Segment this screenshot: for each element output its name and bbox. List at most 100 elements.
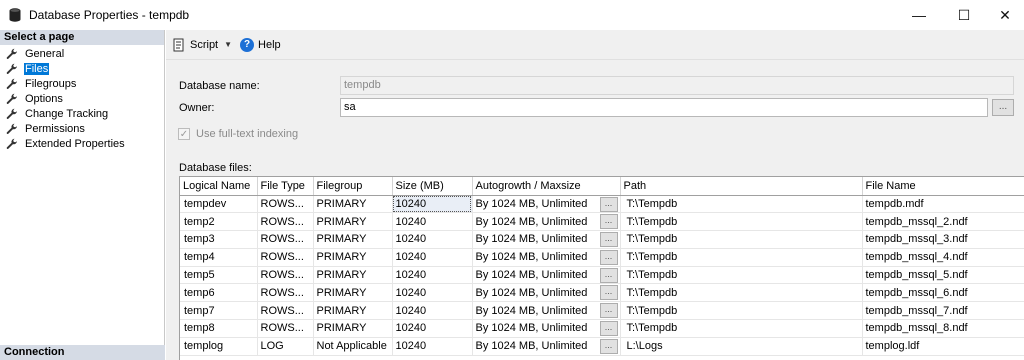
page-item-change-tracking[interactable]: Change Tracking [0,106,164,121]
autogrowth-browse-button[interactable]: ... [599,267,618,283]
logical-name-cell[interactable]: temp2 [180,212,258,232]
file-name-cell[interactable]: tempdb.mdf [862,195,1024,214]
autogrowth-browse-button[interactable]: ... [599,196,618,212]
filegroup-cell[interactable]: PRIMARY [313,266,393,285]
autogrowth-browse-button[interactable]: ... [599,232,618,248]
autogrowth-browse-button[interactable]: ... [599,303,618,319]
page-item-extended-properties[interactable]: Extended Properties [0,136,164,151]
filegroup-cell[interactable]: PRIMARY [313,301,393,321]
help-icon: ? [240,37,255,52]
logical-name-cell[interactable]: temp5 [180,266,258,285]
logical-name-cell[interactable]: temp4 [180,248,258,267]
filegroup-cell[interactable]: PRIMARY [313,230,393,249]
logical-name-cell[interactable]: temp7 [180,301,258,321]
file-type-cell[interactable]: ROWS... [257,195,314,214]
size-cell[interactable]: 10240 [392,248,473,267]
close-button[interactable]: ✕ [982,0,1024,30]
column-header[interactable]: Path [620,177,863,196]
table-row[interactable]: tempdev ROWS... PRIMARY 10240 By 1024 MB, Un… [180,195,1024,214]
wrench-icon [6,93,18,105]
autogrowth-browse-button[interactable]: ... [599,285,618,301]
path-cell[interactable]: T:\Tempdb [620,301,863,321]
column-header[interactable]: Filegroup [313,177,393,196]
owner-field[interactable]: sa [340,98,988,117]
logical-name-cell[interactable]: tempdev [180,195,258,214]
path-cell[interactable]: T:\Tempdb [620,212,863,232]
column-header[interactable]: Size (MB) [392,177,473,196]
column-header[interactable]: Logical Name [180,177,258,196]
file-name-cell[interactable]: tempdb_mssql_4.ndf [862,248,1024,267]
filegroup-cell[interactable]: Not Applicable [313,337,393,356]
size-cell[interactable]: 10240 [392,319,473,338]
autogrowth-browse-button[interactable]: ... [599,249,618,265]
file-name-cell[interactable]: tempdb_mssql_8.ndf [862,319,1024,338]
column-header[interactable]: Autogrowth / Maxsize [472,177,621,196]
column-header[interactable]: File Name [862,177,1024,196]
path-cell[interactable]: T:\Tempdb [620,266,863,285]
file-type-cell[interactable]: ROWS... [257,283,314,303]
logical-name-cell[interactable]: templog [180,337,258,356]
column-header[interactable]: File Type [257,177,314,196]
path-cell[interactable]: T:\Tempdb [620,283,863,303]
file-type-cell[interactable]: ROWS... [257,230,314,249]
table-row[interactable]: temp3 ROWS... PRIMARY 10240 By 1024 MB, Unli… [180,230,1024,249]
size-cell[interactable]: 10240 [392,195,473,214]
autogrowth-browse-button[interactable]: ... [599,321,618,337]
table-row[interactable]: temp4 ROWS... PRIMARY 10240 By 1024 MB, Unli… [180,248,1024,267]
path-cell[interactable]: T:\Tempdb [620,319,863,338]
table-row[interactable]: temp8 ROWS... PRIMARY 10240 By 1024 MB, Unli… [180,319,1024,338]
file-name-cell[interactable]: tempdb_mssql_5.ndf [862,266,1024,285]
page-item-general[interactable]: General [0,46,164,61]
filegroup-cell[interactable]: PRIMARY [313,283,393,303]
page-item-filegroups[interactable]: Filegroups [0,76,164,91]
page-item-options[interactable]: Options [0,91,164,106]
autogrowth-cell: By 1024 MB, Unlimited... [472,230,621,249]
table-row[interactable]: temp6 ROWS... PRIMARY 10240 By 1024 MB, Unli… [180,283,1024,303]
path-cell[interactable]: L:\Logs [620,337,863,356]
logical-name-cell[interactable]: temp6 [180,283,258,303]
file-type-cell[interactable]: ROWS... [257,212,314,232]
file-name-cell[interactable]: tempdb_mssql_6.ndf [862,283,1024,303]
maximize-button[interactable]: ☐ [941,0,987,30]
file-name-cell[interactable]: tempdb_mssql_2.ndf [862,212,1024,232]
help-button[interactable]: ? Help [240,37,281,52]
file-type-cell[interactable]: LOG [257,337,314,356]
autogrowth-value: By 1024 MB, Unlimited [475,251,588,264]
size-cell[interactable]: 10240 [392,283,473,303]
file-name-cell[interactable]: templog.ldf [862,337,1024,356]
path-cell[interactable]: T:\Tempdb [620,195,863,214]
filegroup-cell[interactable]: PRIMARY [313,195,393,214]
table-row[interactable]: temp7 ROWS... PRIMARY 10240 By 1024 MB, Unli… [180,301,1024,321]
autogrowth-browse-button[interactable]: ... [599,338,618,354]
size-cell[interactable]: 10240 [392,266,473,285]
page-item-label: Filegroups [25,77,77,90]
size-cell[interactable]: 10240 [392,301,473,321]
filegroup-cell[interactable]: PRIMARY [313,319,393,338]
size-cell[interactable]: 10240 [392,230,473,249]
page-item-files[interactable]: Files [0,61,164,76]
size-cell[interactable]: 10240 [392,337,473,356]
path-cell[interactable]: T:\Tempdb [620,248,863,267]
path-cell[interactable]: T:\Tempdb [620,230,863,249]
minimize-button[interactable]: — [896,0,942,30]
logical-name-cell[interactable]: temp3 [180,230,258,249]
filegroup-cell[interactable]: PRIMARY [313,248,393,267]
database-files-label: Database files: [179,162,252,174]
size-cell[interactable]: 10240 [392,212,473,232]
logical-name-cell[interactable]: temp8 [180,319,258,338]
file-type-cell[interactable]: ROWS... [257,301,314,321]
file-name-cell[interactable]: tempdb_mssql_3.ndf [862,230,1024,249]
page-item-permissions[interactable]: Permissions [0,121,164,136]
file-name-cell[interactable]: tempdb_mssql_7.ndf [862,301,1024,321]
table-row[interactable]: temp5 ROWS... PRIMARY 10240 By 1024 MB, Unli… [180,266,1024,285]
file-type-cell[interactable]: ROWS... [257,248,314,267]
table-row[interactable]: temp2 ROWS... PRIMARY 10240 By 1024 MB, Unli… [180,212,1024,232]
file-type-cell[interactable]: ROWS... [257,319,314,338]
owner-browse-button[interactable]: ... [992,99,1014,116]
table-row[interactable]: templog LOG Not Applicable 10240 By 1024 MB,… [180,337,1024,356]
script-button[interactable]: Script ▼ [172,38,232,52]
file-type-cell[interactable]: ROWS... [257,266,314,285]
chevron-down-icon[interactable]: ▼ [224,40,232,49]
filegroup-cell[interactable]: PRIMARY [313,212,393,232]
autogrowth-browse-button[interactable]: ... [599,214,618,230]
